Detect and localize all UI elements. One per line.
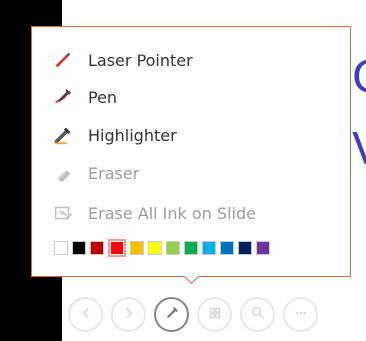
color-swatch-light-blue[interactable]: [202, 241, 216, 255]
color-swatch-purple[interactable]: [256, 241, 270, 255]
see-all-slides-button[interactable]: [197, 297, 232, 332]
previous-icon: [77, 304, 95, 326]
color-swatch-light-green[interactable]: [166, 241, 180, 255]
color-swatch-blue[interactable]: [220, 241, 234, 255]
previous-slide-button[interactable]: [68, 297, 103, 332]
slide-text-2: V: [352, 128, 366, 172]
menu-pointer: [182, 276, 200, 294]
menu-item-pen[interactable]: Pen: [52, 84, 117, 110]
menu-item-label: Eraser: [88, 163, 140, 183]
slide-text-1: C: [352, 56, 366, 100]
color-swatch-yellow[interactable]: [148, 241, 162, 255]
menu-item-highlighter[interactable]: Highlighter: [52, 122, 177, 148]
color-swatch-orange[interactable]: [130, 241, 144, 255]
color-swatch-dark-blue[interactable]: [238, 241, 252, 255]
erase-all-ink-icon: [52, 202, 74, 224]
next-slide-button[interactable]: [111, 297, 146, 332]
color-swatch-red[interactable]: [108, 239, 126, 257]
eraser-icon: [52, 162, 74, 184]
presentation-view: C V Laser Pointer Pen: [0, 0, 366, 341]
menu-item-label: Highlighter: [88, 125, 177, 145]
menu-item-eraser[interactable]: Eraser: [52, 160, 139, 186]
pen-tool-icon: [163, 304, 181, 326]
color-swatch-dark-red[interactable]: [90, 241, 104, 255]
color-swatch-green[interactable]: [184, 241, 198, 255]
menu-item-label: Laser Pointer: [88, 50, 193, 70]
color-swatch-white[interactable]: [54, 241, 68, 255]
next-icon: [120, 304, 138, 326]
ink-color-palette: [54, 239, 270, 257]
laser-pointer-icon: [52, 49, 74, 71]
menu-item-erase-all-ink[interactable]: Erase All Ink on Slide: [52, 200, 256, 226]
menu-item-label: Pen: [88, 87, 118, 107]
ink-options-menu: Laser Pointer Pen Highlighter Eraser Era…: [31, 26, 351, 277]
more-options-icon: [292, 304, 310, 326]
menu-item-label: Erase All Ink on Slide: [88, 203, 256, 223]
zoom-icon: [249, 304, 267, 326]
pen-icon: [52, 86, 74, 108]
more-options-button[interactable]: [283, 297, 318, 332]
zoom-button[interactable]: [240, 297, 275, 332]
see-all-slides-icon: [206, 304, 224, 326]
menu-item-laser-pointer[interactable]: Laser Pointer: [52, 47, 193, 73]
slide-show-toolbar: [68, 297, 318, 332]
color-swatch-black[interactable]: [72, 241, 86, 255]
highlighter-icon: [52, 124, 74, 146]
pen-tool-button[interactable]: [154, 297, 189, 332]
